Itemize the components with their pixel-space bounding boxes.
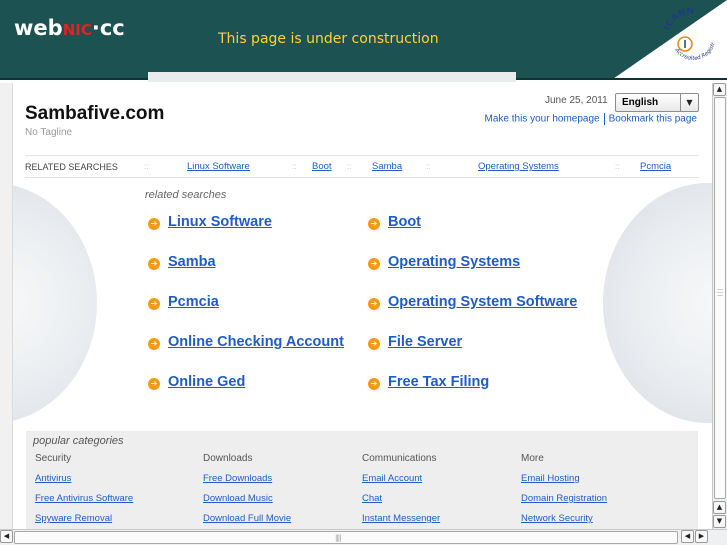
related-link-file-server[interactable]: File Server [388, 334, 462, 350]
bar-separator: :: [615, 162, 620, 171]
related-link-online-checking-account[interactable]: Online Checking Account [168, 334, 344, 350]
left-frame-edge [0, 83, 13, 529]
page-tagline: No Tagline [25, 127, 73, 138]
category-link[interactable]: Email Hosting [521, 473, 580, 484]
icann-seal-title: ICANN [663, 7, 694, 32]
bar-separator: :: [144, 162, 149, 171]
category-link[interactable]: Antivirus [35, 473, 71, 484]
icann-seal-icon[interactable]: ICANN Accredited Registrar [661, 6, 721, 70]
bar-separator: :: [347, 162, 352, 171]
triangle-left-icon[interactable]: ◀ [681, 530, 694, 543]
triangle-right-icon[interactable]: ▶ [695, 530, 708, 543]
page-title: Sambafive.com [25, 103, 165, 124]
related-link-boot[interactable]: Boot [388, 214, 421, 230]
arrow-circle-icon: ➔ [148, 378, 160, 390]
related-link-free-tax-filing[interactable]: Free Tax Filing [388, 374, 489, 390]
construction-notice: This page is under construction [218, 31, 439, 47]
top-links: Make this your homepage Bookmark this pag… [485, 113, 697, 125]
banner-ribbon [148, 72, 516, 82]
bar-link-linux-software[interactable]: Linux Software [187, 161, 250, 172]
related-link-online-ged[interactable]: Online Ged [168, 374, 245, 390]
arrow-circle-icon: ➔ [368, 258, 380, 270]
popular-categories-title: popular categories [33, 435, 124, 447]
related-link-samba[interactable]: Samba [168, 254, 216, 270]
category-link[interactable]: Instant Messenger [362, 513, 440, 524]
category-link[interactable]: Free Antivirus Software [35, 493, 133, 504]
arrow-circle-icon: ➔ [148, 338, 160, 350]
related-link-linux-software[interactable]: Linux Software [168, 214, 272, 230]
category-link[interactable]: Network Security [521, 513, 593, 524]
decorative-disc-right [603, 183, 712, 423]
make-homepage-link[interactable]: Make this your homepage [485, 114, 600, 125]
triangle-down-icon[interactable]: ▼ [713, 515, 726, 528]
logo-web: web [14, 16, 63, 40]
category-heading-more: More [521, 453, 544, 464]
category-link[interactable]: Email Account [362, 473, 422, 484]
logo-dot: · [91, 16, 100, 40]
language-select[interactable]: English ▼ [615, 93, 699, 112]
horizontal-scroll-thumb[interactable]: |||| [14, 531, 678, 544]
category-heading-communications: Communications [362, 453, 437, 464]
arrow-circle-icon: ➔ [368, 298, 380, 310]
page-date: June 25, 2011 [545, 95, 608, 106]
arrow-circle-icon: ➔ [368, 378, 380, 390]
chevron-down-icon[interactable]: ▼ [680, 94, 698, 111]
category-link[interactable]: Download Music [203, 493, 273, 504]
logo-cc: cc [99, 16, 125, 40]
bar-link-operating-systems[interactable]: Operating Systems [478, 161, 559, 172]
category-link[interactable]: Spyware Removal [35, 513, 112, 524]
horizontal-scrollbar[interactable]: ◀ |||| ◀ ▶ [0, 529, 727, 545]
bar-link-boot[interactable]: Boot [312, 161, 332, 172]
category-link[interactable]: Chat [362, 493, 382, 504]
arrow-circle-icon: ➔ [368, 218, 380, 230]
arrow-circle-icon: ➔ [148, 218, 160, 230]
triangle-up-icon[interactable]: ▲ [713, 501, 726, 514]
category-link[interactable]: Free Downloads [203, 473, 272, 484]
icann-corner: ICANN Accredited Registrar [566, 0, 727, 80]
related-searches-heading: related searches [145, 189, 227, 201]
registrar-banner: webNIC·cc This page is under constructio… [0, 0, 727, 82]
grip-icon: — — — [717, 286, 723, 299]
logo-nic: NIC [62, 21, 92, 39]
related-bar-label: RELATED SEARCHES [25, 162, 118, 172]
popular-categories-panel: popular categories Security Antivirus Fr… [26, 431, 698, 529]
language-select-value: English [622, 97, 659, 108]
category-link[interactable]: Domain Registration [521, 493, 607, 504]
arrow-circle-icon: ➔ [368, 338, 380, 350]
bar-link-samba[interactable]: Samba [372, 161, 402, 172]
browser-viewport: webNIC·cc This page is under constructio… [0, 0, 727, 545]
decorative-disc-left [13, 183, 97, 423]
arrow-circle-icon: ➔ [148, 258, 160, 270]
webnic-logo[interactable]: webNIC·cc [14, 16, 125, 40]
category-link[interactable]: Download Full Movie [203, 513, 291, 524]
grip-icon: |||| [335, 534, 342, 542]
bar-separator: :: [426, 162, 431, 171]
svg-text:ICANN: ICANN [663, 7, 694, 32]
category-heading-downloads: Downloads [203, 453, 253, 464]
link-divider [603, 113, 605, 125]
related-link-pcmcia[interactable]: Pcmcia [168, 294, 219, 310]
vertical-scroll-thumb[interactable]: — — — [714, 97, 726, 499]
category-heading-security: Security [35, 453, 72, 464]
arrow-circle-icon: ➔ [148, 298, 160, 310]
bar-separator: :: [292, 162, 297, 171]
parked-page: Sambafive.com No Tagline June 25, 2011 E… [13, 83, 712, 529]
vertical-scrollbar[interactable]: ▲ — — — ▲ ▼ [712, 83, 727, 529]
triangle-up-icon[interactable]: ▲ [713, 83, 726, 96]
triangle-left-icon[interactable]: ◀ [0, 530, 13, 543]
related-link-operating-systems[interactable]: Operating Systems [388, 254, 520, 270]
bar-link-pcmcia[interactable]: Pcmcia [640, 161, 671, 172]
bookmark-link[interactable]: Bookmark this page [609, 114, 697, 125]
related-searches-bar: RELATED SEARCHES :: Linux Software :: Bo… [25, 155, 699, 178]
related-link-operating-system-software[interactable]: Operating System Software [388, 294, 577, 310]
